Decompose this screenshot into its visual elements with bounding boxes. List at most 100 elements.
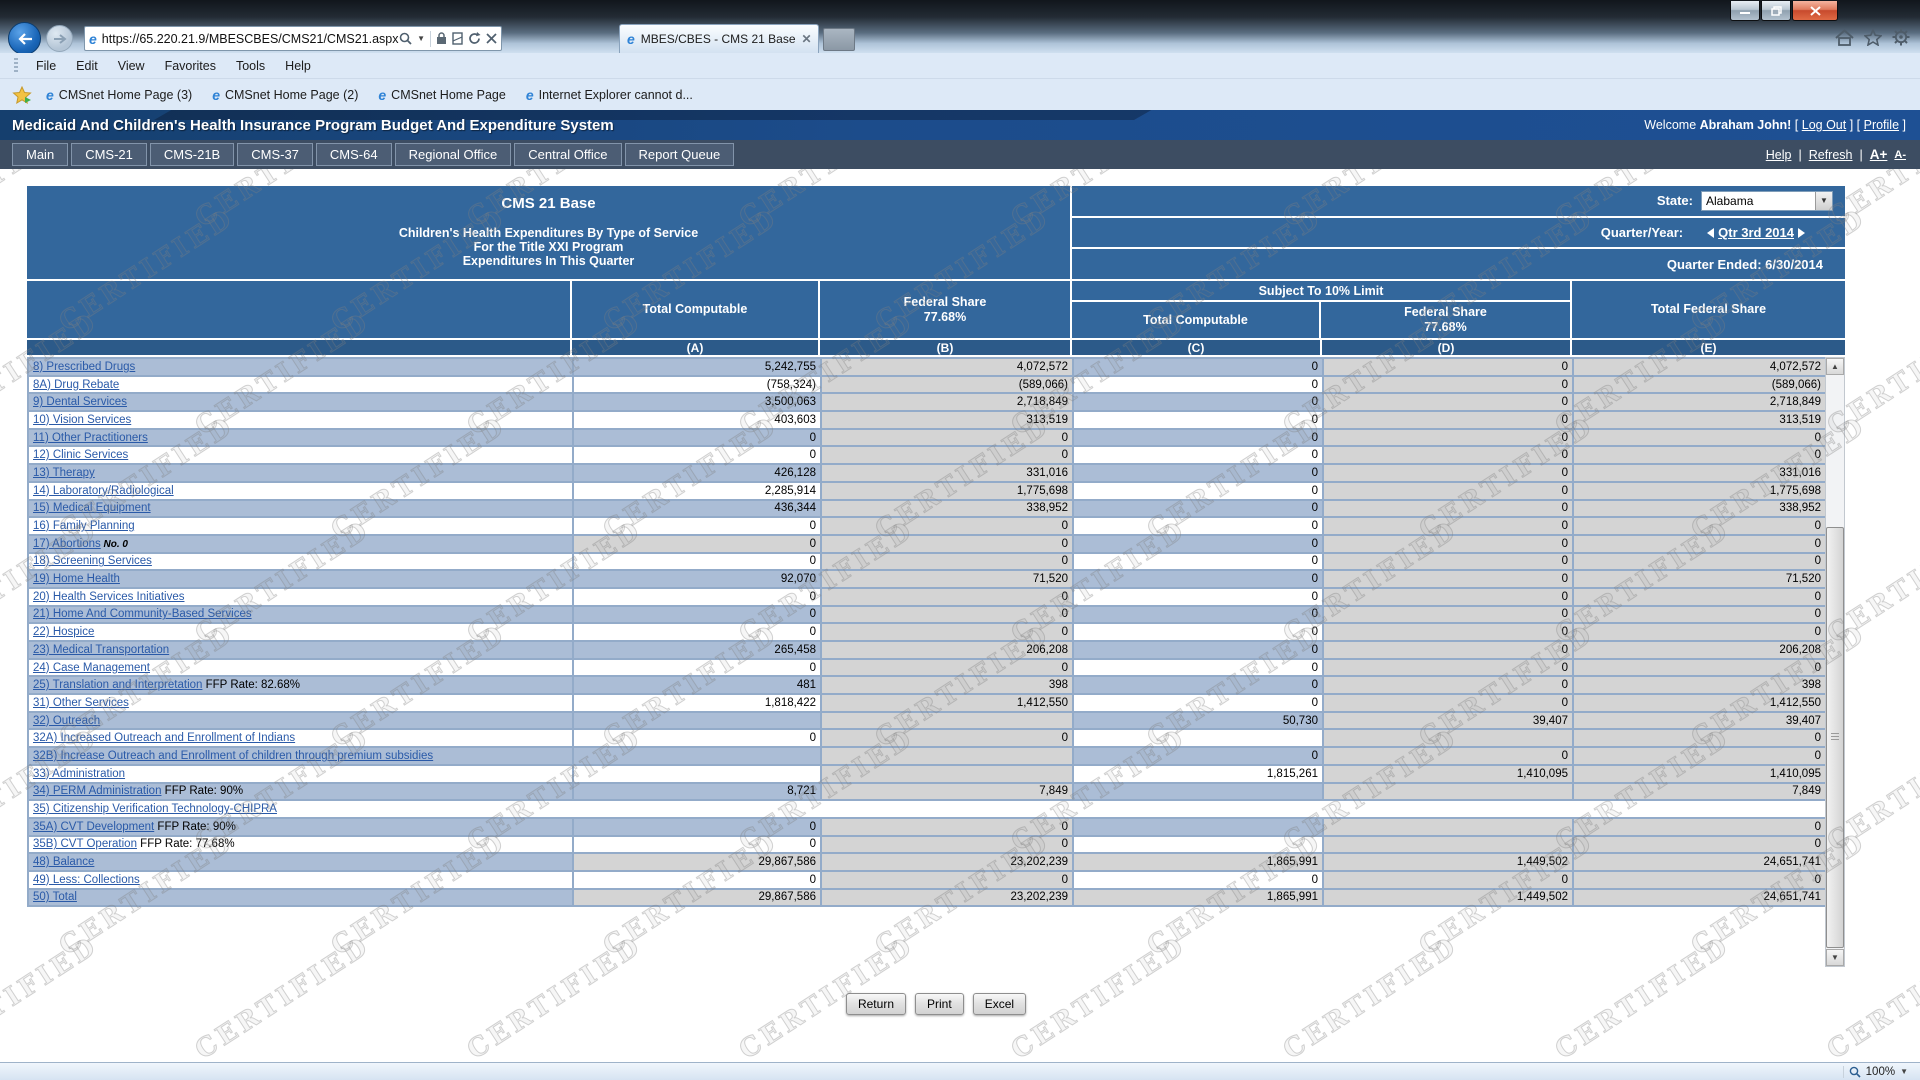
service-link[interactable]: 23) Medical Transportation <box>33 644 169 656</box>
service-link[interactable]: 18) Screening Services <box>33 555 152 567</box>
close-button[interactable] <box>1792 1 1838 21</box>
tab-close-icon[interactable]: ✕ <box>802 32 812 46</box>
favorite-item-3[interactable]: eCMSnet Home Page <box>368 85 515 105</box>
service-link[interactable]: 32) Outreach <box>33 715 100 727</box>
favorites-star-icon[interactable] <box>1864 29 1882 46</box>
service-link[interactable]: 10) Vision Services <box>33 414 131 426</box>
return-button[interactable]: Return <box>846 993 906 1015</box>
url-text[interactable]: https://65.220.21.9/MBESCBES/CMS21/CMS21… <box>102 32 399 46</box>
nav-tab-central-office[interactable]: Central Office <box>514 143 621 166</box>
service-link[interactable]: 15) Medical Equipment <box>33 502 151 514</box>
quarter-next-icon[interactable] <box>1798 228 1805 238</box>
stop-icon[interactable] <box>486 33 497 44</box>
nav-tab-main[interactable]: Main <box>12 143 68 166</box>
service-link[interactable]: 49) Less: Collections <box>33 874 140 886</box>
restore-button[interactable] <box>1761 1 1791 21</box>
service-link[interactable]: 34) PERM Administration <box>33 785 161 797</box>
font-decrease-link[interactable]: A- <box>1894 149 1906 161</box>
service-link[interactable]: 35A) CVT Development <box>33 821 154 833</box>
report-title: CMS 21 Base <box>27 195 1070 212</box>
letter-d: (D) <box>1322 340 1572 355</box>
print-button[interactable]: Print <box>915 993 964 1015</box>
divider: | <box>1860 148 1863 162</box>
zoom-dropdown-icon[interactable]: ▼ <box>1900 1067 1908 1076</box>
quarter-prev-icon[interactable] <box>1707 228 1714 238</box>
service-link[interactable]: 16) Family Planning <box>33 520 135 532</box>
add-favorite-icon[interactable] <box>12 86 32 104</box>
favorite-item-4[interactable]: eInternet Explorer cannot d... <box>516 85 703 105</box>
menu-favorites[interactable]: Favorites <box>155 56 226 76</box>
address-bar[interactable]: e https://65.220.21.9/MBESCBES/CMS21/CMS… <box>84 26 502 51</box>
value-cell: 0 <box>1073 500 1323 518</box>
home-icon[interactable] <box>1835 29 1854 46</box>
service-link[interactable]: 14) Laboratory/Radiological <box>33 485 174 497</box>
value-cell: 0 <box>573 729 821 747</box>
favorite-item-2[interactable]: eCMSnet Home Page (2) <box>202 85 368 105</box>
service-link[interactable]: 22) Hospice <box>33 626 94 638</box>
service-link[interactable]: 20) Health Services Initiatives <box>33 591 184 603</box>
nav-tab-cms-21[interactable]: CMS-21 <box>71 143 147 166</box>
menu-view[interactable]: View <box>108 56 155 76</box>
value-cell: 0 <box>1323 606 1573 624</box>
gear-icon[interactable] <box>1892 28 1910 46</box>
nav-tab-cms-21b[interactable]: CMS-21B <box>150 143 234 166</box>
value-cell: 0 <box>1073 588 1323 606</box>
table-scrollbar[interactable]: ▲ ▼ <box>1825 357 1845 967</box>
nav-tab-cms-64[interactable]: CMS-64 <box>316 143 392 166</box>
service-link[interactable]: 12) Clinic Services <box>33 449 128 461</box>
service-link[interactable]: 48) Balance <box>33 856 94 868</box>
nav-tab-regional-office[interactable]: Regional Office <box>395 143 512 166</box>
service-link[interactable]: 19) Home Health <box>33 573 120 585</box>
menu-edit[interactable]: Edit <box>66 56 108 76</box>
value-cell: 0 <box>1323 376 1573 394</box>
excel-button[interactable]: Excel <box>973 993 1026 1015</box>
value-cell: 0 <box>573 659 821 677</box>
state-select-arrow-icon[interactable]: ▼ <box>1815 192 1832 210</box>
scroll-up-icon[interactable]: ▲ <box>1826 358 1844 375</box>
font-increase-link[interactable]: A+ <box>1870 147 1888 162</box>
refresh-icon[interactable] <box>468 32 481 45</box>
address-dropdown-icon[interactable]: ▼ <box>417 34 425 43</box>
service-link[interactable]: 32B) Increase Outreach and Enrollment of… <box>33 750 433 762</box>
service-link[interactable]: 21) Home And Community-Based Services <box>33 608 252 620</box>
service-link[interactable]: 33) Administration <box>33 768 125 780</box>
state-select[interactable]: Alabama ▼ <box>1701 191 1833 211</box>
menu-help[interactable]: Help <box>275 56 321 76</box>
refresh-link[interactable]: Refresh <box>1809 148 1853 162</box>
browser-tab[interactable]: e MBES/CBES - CMS 21 Base ✕ <box>619 24 819 53</box>
compatibility-view-icon[interactable] <box>452 32 463 45</box>
menu-tools[interactable]: Tools <box>226 56 275 76</box>
service-link[interactable]: 17) Abortions <box>33 538 101 550</box>
favorite-item-1[interactable]: eCMSnet Home Page (3) <box>36 85 202 105</box>
service-link[interactable]: 31) Other Services <box>33 697 129 709</box>
service-link[interactable]: 9) Dental Services <box>33 396 127 408</box>
nav-tab-cms-37[interactable]: CMS-37 <box>237 143 313 166</box>
nav-tab-report-queue[interactable]: Report Queue <box>625 143 735 166</box>
menu-file[interactable]: File <box>26 56 66 76</box>
new-tab-button[interactable] <box>823 28 855 51</box>
value-cell: 0 <box>1073 429 1323 447</box>
quarter-link[interactable]: Qtr 3rd 2014 <box>1718 225 1794 240</box>
logout-link[interactable]: Log Out <box>1802 118 1846 132</box>
column-letter-row: (A) (B) (C) (D) (E) <box>27 340 1845 357</box>
help-link[interactable]: Help <box>1766 148 1792 162</box>
service-link[interactable]: 24) Case Management <box>33 662 150 674</box>
service-link[interactable]: 11) Other Practitioners <box>33 432 148 444</box>
service-link[interactable]: 35B) CVT Operation <box>33 838 137 850</box>
service-link[interactable]: 8) Prescribed Drugs <box>33 361 135 373</box>
service-link[interactable]: 32A) Increased Outreach and Enrollment o… <box>33 732 295 744</box>
scrollbar-thumb[interactable] <box>1826 527 1844 948</box>
service-link[interactable]: 35) Citizenship Verification Technology-… <box>33 803 277 815</box>
minimize-button[interactable] <box>1730 1 1760 21</box>
scroll-down-icon[interactable]: ▼ <box>1826 949 1844 966</box>
zoom-control[interactable]: 100% ▼ <box>1843 1066 1920 1078</box>
value-cell: 0 <box>1323 393 1573 411</box>
profile-link[interactable]: Profile <box>1864 118 1899 132</box>
service-link[interactable]: 13) Therapy <box>33 467 95 479</box>
service-link[interactable]: 50) Total <box>33 891 77 903</box>
service-link[interactable]: 25) Translation and Interpretation <box>33 679 202 691</box>
search-icon[interactable] <box>399 32 412 45</box>
service-link[interactable]: 8A) Drug Rebate <box>33 379 119 391</box>
back-button[interactable] <box>8 22 41 55</box>
forward-button[interactable] <box>46 25 73 52</box>
